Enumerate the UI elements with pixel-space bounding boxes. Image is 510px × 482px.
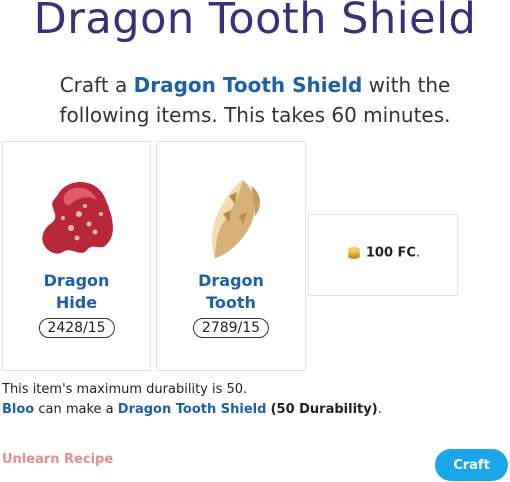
durability-value: (50 Durability) bbox=[270, 402, 378, 417]
intro-prefix: Craft a bbox=[59, 73, 134, 97]
ingredient-card: Dragon Hide 2428/15 bbox=[2, 141, 151, 371]
cost-row: 100 FC. bbox=[309, 245, 457, 261]
craft-description: Craft a Dragon Tooth Shield with the fol… bbox=[20, 70, 490, 130]
ingredient-name[interactable]: Dragon Tooth bbox=[157, 270, 305, 314]
dragon-tooth-icon bbox=[212, 180, 260, 258]
crafter-line: Bloo can make a Dragon Tooth Shield (50 … bbox=[2, 402, 382, 417]
gold-coin-icon bbox=[347, 247, 360, 259]
durability-line: This item's maximum durability is 50. bbox=[2, 382, 248, 397]
ingredient-name[interactable]: Dragon Hide bbox=[3, 270, 150, 314]
craft-button[interactable]: Craft bbox=[435, 449, 508, 481]
ingredient-quantity: 2789/15 bbox=[192, 318, 270, 338]
crafter-link[interactable]: Bloo bbox=[2, 402, 34, 417]
page-title: Dragon Tooth Shield bbox=[33, 0, 477, 44]
item-link[interactable]: Dragon Tooth Shield bbox=[134, 73, 363, 97]
unlearn-recipe-link[interactable]: Unlearn Recipe bbox=[2, 452, 113, 467]
cost-value: 100 FC bbox=[365, 245, 416, 261]
cost-card: 100 FC. bbox=[308, 214, 458, 296]
ingredient-quantity: 2428/15 bbox=[38, 318, 115, 338]
ingredient-card: Dragon Tooth 2789/15 bbox=[156, 141, 306, 371]
durability-info: This item's maximum durability is 50. Bl… bbox=[2, 380, 382, 420]
item-link[interactable]: Dragon Tooth Shield bbox=[118, 402, 267, 417]
dragon-hide-icon bbox=[42, 181, 113, 254]
